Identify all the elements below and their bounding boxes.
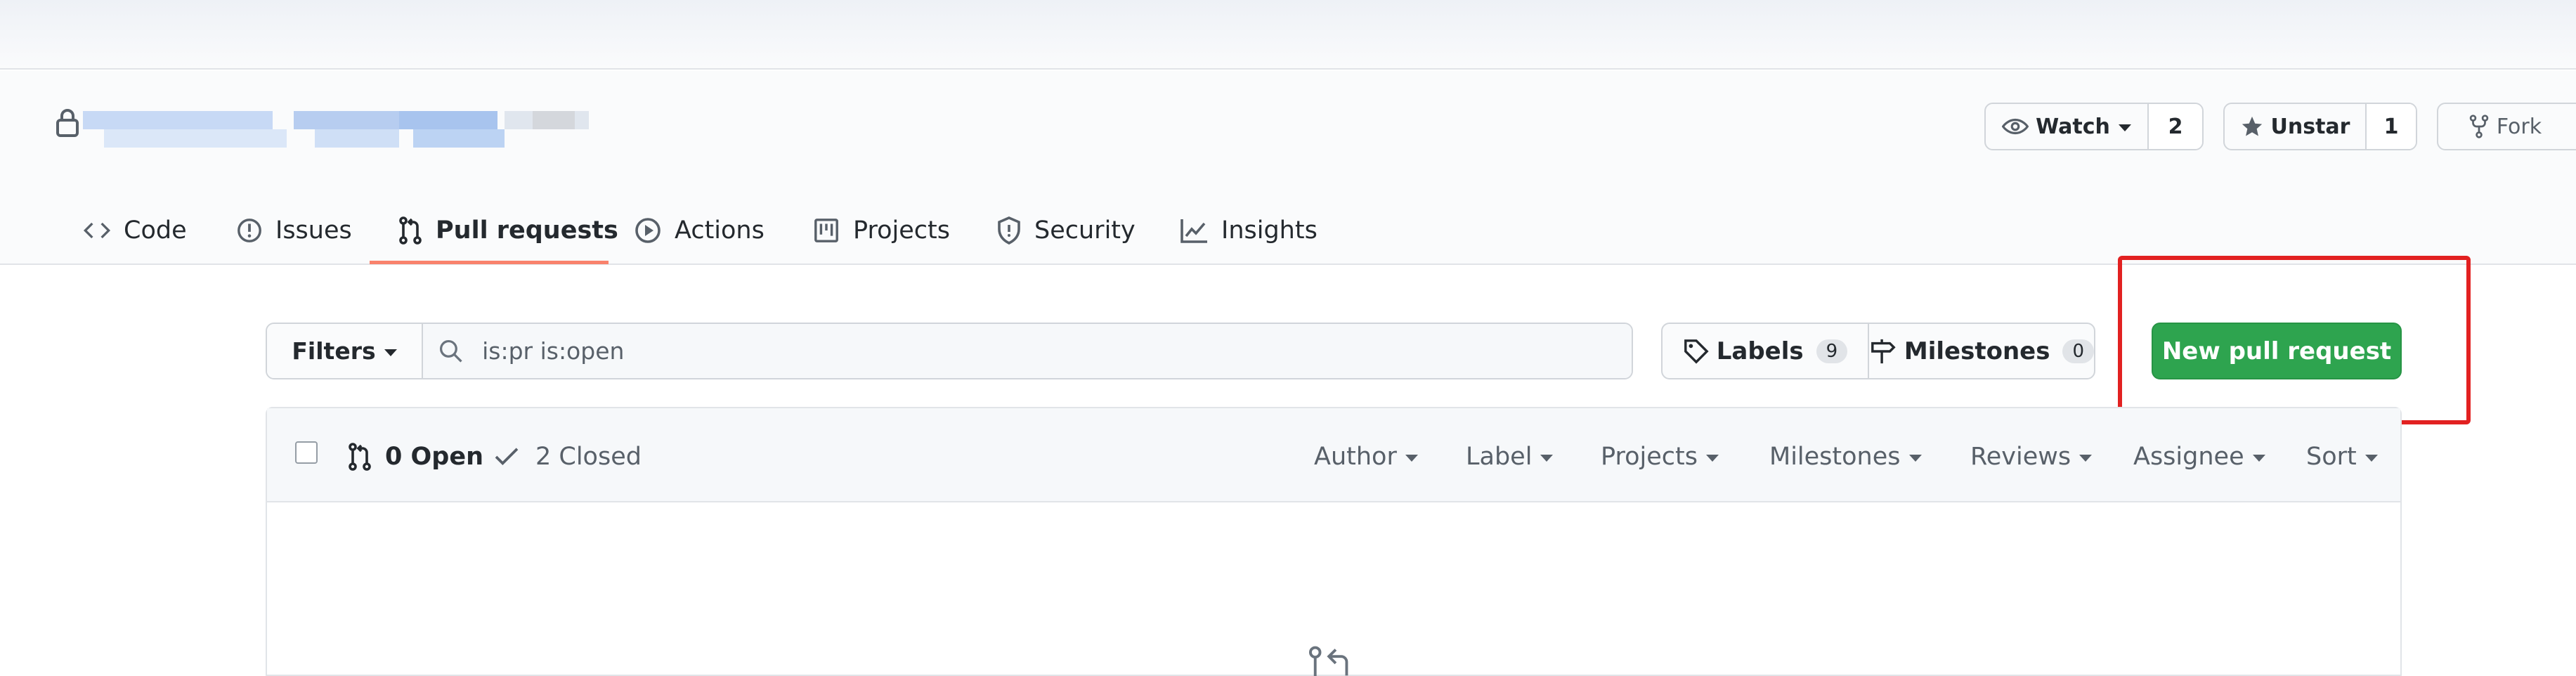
select-all-checkbox[interactable] (295, 441, 318, 464)
unstar-button[interactable]: Unstar (2225, 104, 2365, 149)
chevron-down-icon (1908, 455, 1922, 462)
filter-label: Sort (2306, 443, 2357, 471)
search-icon (439, 339, 462, 363)
open-count-label: 0 Open (385, 443, 483, 471)
graph-icon (1180, 219, 1207, 243)
labels-count: 9 (1816, 339, 1848, 363)
chevron-down-icon (2252, 455, 2265, 462)
watch-label: Watch (2036, 114, 2110, 139)
filter-label: Assignee (2133, 443, 2244, 471)
open-filter[interactable]: 0 Open (347, 439, 483, 474)
closed-filter[interactable]: 2 Closed (493, 439, 642, 474)
fork-button-group: Fork (2437, 103, 2576, 150)
milestone-icon (1871, 339, 1896, 363)
tab-label: Issues (275, 216, 352, 245)
chevron-down-icon (1540, 455, 1554, 462)
tab-label: Security (1034, 216, 1136, 245)
chevron-down-icon (384, 349, 397, 356)
filter-bar: Filters (266, 323, 1633, 379)
tag-icon (1684, 339, 1709, 364)
repo-name-blurred (83, 105, 617, 157)
repo-nav: Code Issues Pull requests Actions Projec… (0, 197, 1405, 264)
highlight-annotation-box (2118, 256, 2471, 424)
watch-button-group: Watch 2 (1984, 103, 2204, 150)
tab-code[interactable]: Code (83, 197, 187, 264)
eye-icon (2002, 118, 2029, 135)
star-icon (2242, 116, 2262, 136)
tab-insights[interactable]: Insights (1180, 197, 1318, 264)
chevron-down-icon (1705, 455, 1719, 462)
labels-label: Labels (1716, 337, 1804, 365)
filter-label: Reviews (1970, 443, 2071, 471)
fork-label: Fork (2496, 114, 2542, 139)
filter-label: Label (1466, 443, 1533, 471)
chevron-down-icon (2079, 455, 2093, 462)
unstar-button-group: Unstar 1 (2223, 103, 2417, 150)
pull-request-icon (349, 443, 371, 471)
assignee-filter[interactable]: Assignee (2133, 439, 2265, 474)
tab-label: Code (124, 216, 187, 245)
tab-issues[interactable]: Issues (236, 197, 352, 264)
labels-button[interactable]: Labels 9 (1663, 324, 1868, 378)
labels-milestones-group: Labels 9 Milestones 0 (1661, 323, 2095, 379)
closed-count-label: 2 Closed (535, 443, 642, 471)
label-filter[interactable]: Label (1466, 439, 1554, 474)
tab-pull-requests[interactable]: Pull requests (398, 197, 618, 264)
star-count[interactable]: 1 (2365, 104, 2416, 149)
tab-label: Insights (1221, 216, 1318, 245)
selected-tab-indicator (370, 261, 609, 264)
filter-label: Projects (1601, 443, 1698, 471)
filters-button[interactable]: Filters (267, 324, 423, 378)
fork-button[interactable]: Fork (2438, 104, 2572, 149)
watch-count[interactable]: 2 (2147, 104, 2202, 149)
watch-button[interactable]: Watch (1986, 104, 2147, 149)
lock-icon (56, 109, 79, 137)
pull-request-icon (1308, 646, 1348, 676)
tab-security[interactable]: Security (996, 197, 1136, 264)
code-icon (83, 222, 111, 239)
play-icon (635, 218, 661, 243)
pull-request-icon (399, 216, 422, 245)
check-icon (495, 448, 519, 466)
tab-label: Actions (675, 216, 765, 245)
issue-icon (238, 219, 261, 242)
projects-filter[interactable]: Projects (1601, 439, 1719, 474)
milestones-label: Milestones (1904, 337, 2050, 365)
tab-label: Pull requests (436, 216, 618, 245)
milestones-button[interactable]: Milestones 0 (1867, 324, 2094, 378)
tab-label: Projects (853, 216, 950, 245)
shield-icon (998, 216, 1020, 245)
filter-label: Milestones (1769, 443, 1901, 471)
filter-label: Author (1314, 443, 1397, 471)
filters-label: Filters (292, 337, 376, 365)
chevron-down-icon (1405, 455, 1418, 462)
chevron-down-icon (2364, 455, 2378, 462)
tab-actions[interactable]: Actions (634, 197, 765, 264)
search-input[interactable] (481, 337, 1632, 365)
browser-topbar (0, 0, 2576, 70)
tab-projects[interactable]: Projects (812, 197, 950, 264)
chevron-down-icon (2118, 124, 2131, 131)
sort-filter[interactable]: Sort (2306, 439, 2378, 474)
milestones-filter[interactable]: Milestones (1769, 439, 1922, 474)
author-filter[interactable]: Author (1314, 439, 1418, 474)
fork-icon (2469, 115, 2489, 138)
reviews-filter[interactable]: Reviews (1970, 439, 2093, 474)
search-field (423, 324, 1632, 378)
project-icon (814, 219, 838, 242)
milestones-count: 0 (2062, 339, 2094, 363)
unstar-label: Unstar (2270, 114, 2350, 139)
